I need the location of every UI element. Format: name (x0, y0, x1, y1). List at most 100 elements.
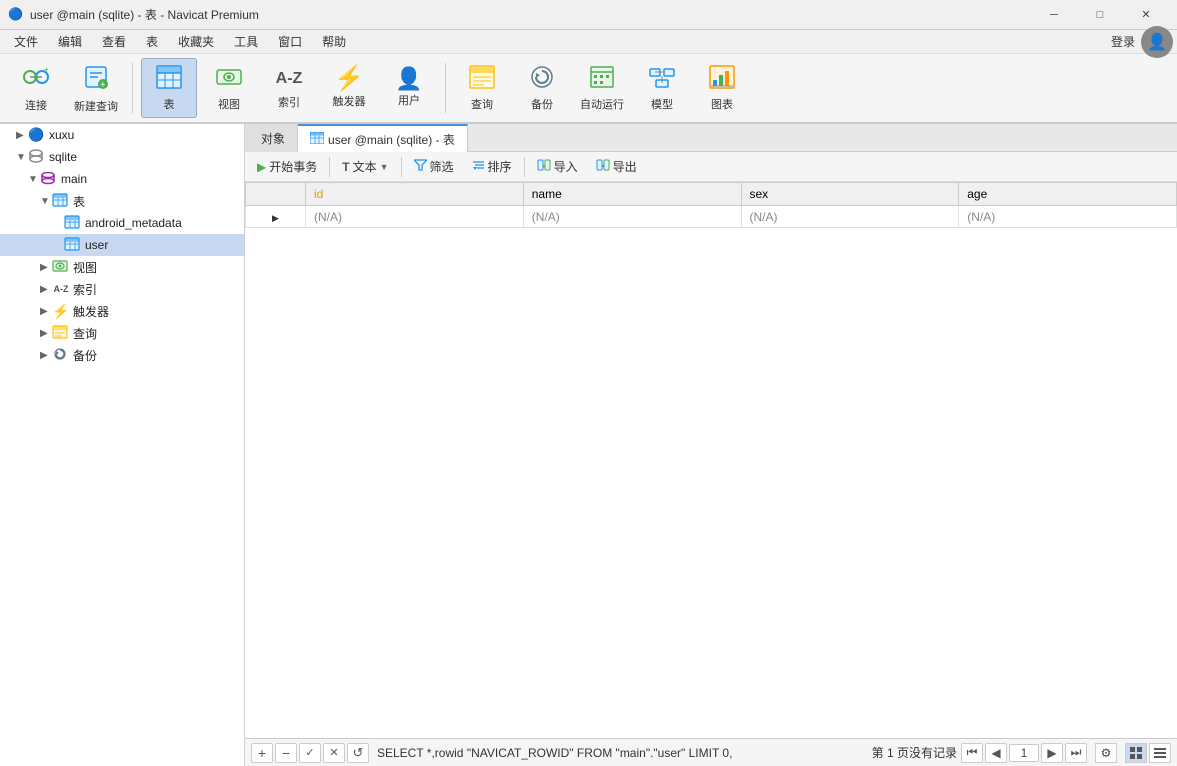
sidebar-item-queries[interactable]: ▶ 查询 (0, 322, 244, 344)
sidebar-item-sqlite[interactable]: ▼ sqlite (0, 146, 244, 168)
text-dropdown-icon: ▼ (380, 162, 389, 172)
add-row-button[interactable]: + (251, 743, 273, 763)
toolbar-table[interactable]: 表 (141, 58, 197, 118)
col-header-age[interactable]: age (959, 183, 1177, 206)
sidebar-item-main[interactable]: ▼ main (0, 168, 244, 190)
text-button[interactable]: T 文本 ▼ (334, 155, 396, 179)
sort-label: 排序 (488, 158, 512, 175)
indexes-arrow-icon: ▶ (40, 284, 52, 295)
tables-label: 表 (73, 193, 85, 210)
list-view-button[interactable] (1149, 743, 1171, 763)
user-table-icon (64, 237, 82, 254)
toolbar-automation[interactable]: 自动运行 (574, 58, 630, 118)
backups-arrow-icon: ▶ (40, 350, 52, 361)
next-page-button[interactable]: ▶ (1041, 743, 1063, 763)
android-metadata-label: android_metadata (85, 216, 182, 230)
grid-view-button[interactable] (1125, 743, 1147, 763)
cell-age[interactable]: (N/A) (959, 206, 1177, 228)
window-title: user @main (sqlite) - 表 - Navicat Premiu… (30, 6, 1031, 23)
automation-icon (588, 64, 616, 94)
toolbar-trigger[interactable]: ⚡ 触发器 (321, 58, 377, 118)
filter-button[interactable]: 筛选 (406, 155, 462, 179)
sidebar-item-indexes[interactable]: ▶ A-Z 索引 (0, 278, 244, 300)
toolbar-connect[interactable]: + 连接 (8, 58, 64, 118)
grid-view-buttons (1125, 743, 1171, 763)
main-icon (40, 170, 58, 189)
pagination-controls: ⏮ ◀ 1 ▶ ⏭ (961, 743, 1087, 763)
menu-table[interactable]: 表 (136, 30, 168, 53)
filter-label: 筛选 (430, 158, 454, 175)
sidebar-item-triggers[interactable]: ▶ ⚡ 触发器 (0, 300, 244, 322)
titlebar: 🔵 user @main (sqlite) - 表 - Navicat Prem… (0, 0, 1177, 30)
toolbar-query[interactable]: 查询 (454, 58, 510, 118)
menu-view[interactable]: 查看 (92, 30, 136, 53)
backups-icon (52, 347, 70, 364)
refresh-button[interactable]: ↺ (347, 743, 369, 763)
import-icon (537, 159, 551, 174)
toolbar-index[interactable]: A-Z 索引 (261, 58, 317, 118)
row-selector-header (246, 183, 306, 206)
toolbar-model-label: 模型 (651, 96, 673, 112)
export-button[interactable]: 导出 (588, 155, 645, 179)
toolbar-chart[interactable]: 图表 (694, 58, 750, 118)
begin-transaction-button[interactable]: ▶ 开始事务 (249, 155, 325, 179)
last-page-button[interactable]: ⏭ (1065, 743, 1087, 763)
sidebar-item-backups[interactable]: ▶ 备份 (0, 344, 244, 366)
menu-favorites[interactable]: 收藏夹 (168, 30, 224, 53)
app-icon: 🔵 (8, 7, 24, 23)
menu-edit[interactable]: 编辑 (48, 30, 92, 53)
avatar: 👤 (1141, 26, 1173, 58)
tables-arrow-icon: ▼ (40, 196, 52, 207)
table-toolbar-sep1 (329, 157, 330, 177)
sidebar-item-android-metadata[interactable]: ▶ android_metadata (0, 212, 244, 234)
import-button[interactable]: 导入 (529, 155, 586, 179)
cell-id[interactable]: (N/A) (306, 206, 524, 228)
toolbar-backup[interactable]: 备份 (514, 58, 570, 118)
tab-user-table[interactable]: user @main (sqlite) - 表 (298, 124, 468, 152)
col-header-name[interactable]: name (523, 183, 741, 206)
menu-window[interactable]: 窗口 (268, 30, 312, 53)
first-page-button[interactable]: ⏮ (961, 743, 983, 763)
views-icon (52, 259, 70, 276)
cancel-edit-button[interactable]: ✕ (323, 743, 345, 763)
page-info: 第 1 页没有记录 (872, 744, 957, 761)
sqlite-icon (28, 148, 46, 167)
col-header-id[interactable]: id (306, 183, 524, 206)
tab-objects[interactable]: 对象 (245, 124, 298, 152)
row-arrow-cell: ▶ (246, 206, 306, 228)
toolbar-model[interactable]: 模型 (634, 58, 690, 118)
prev-page-button[interactable]: ◀ (985, 743, 1007, 763)
table-row[interactable]: ▶ (N/A) (N/A) (N/A) (N/A) (246, 206, 1177, 228)
toolbar-view[interactable]: 视图 (201, 58, 257, 118)
views-label: 视图 (73, 259, 97, 276)
delete-row-button[interactable]: − (275, 743, 297, 763)
sort-button[interactable]: 排序 (464, 155, 520, 179)
queries-arrow-icon: ▶ (40, 328, 52, 339)
sidebar-item-user[interactable]: ▶ user (0, 234, 244, 256)
import-label: 导入 (554, 158, 578, 175)
cell-name[interactable]: (N/A) (523, 206, 741, 228)
toolbar-user[interactable]: 👤 用户 (381, 58, 437, 118)
menu-file[interactable]: 文件 (4, 30, 48, 53)
sqlite-label: sqlite (49, 150, 77, 164)
chart-icon (708, 64, 736, 94)
minimize-button[interactable]: ─ (1031, 0, 1077, 30)
svg-text:+: + (44, 65, 49, 74)
col-header-sex[interactable]: sex (741, 183, 959, 206)
table-toolbar-sep3 (524, 157, 525, 177)
android-metadata-icon (64, 215, 82, 232)
sidebar-item-xuxu[interactable]: ▶ 🔵 xuxu (0, 124, 244, 146)
toolbar-new-query[interactable]: + 新建查询 (68, 58, 124, 118)
login-label[interactable]: 登录 (1111, 33, 1135, 50)
confirm-edit-button[interactable]: ✓ (299, 743, 321, 763)
cell-sex[interactable]: (N/A) (741, 206, 959, 228)
table-toolbar: ▶ 开始事务 T 文本 ▼ 筛选 (245, 152, 1177, 182)
tab-objects-label: 对象 (261, 130, 285, 147)
menu-tools[interactable]: 工具 (224, 30, 268, 53)
sidebar-item-tables[interactable]: ▼ 表 (0, 190, 244, 212)
sidebar-item-views[interactable]: ▶ 视图 (0, 256, 244, 278)
toolbar-index-label: 索引 (278, 94, 300, 110)
menu-help[interactable]: 帮助 (312, 30, 356, 53)
settings-button[interactable]: ⚙ (1095, 743, 1117, 763)
table-icon (155, 64, 183, 94)
